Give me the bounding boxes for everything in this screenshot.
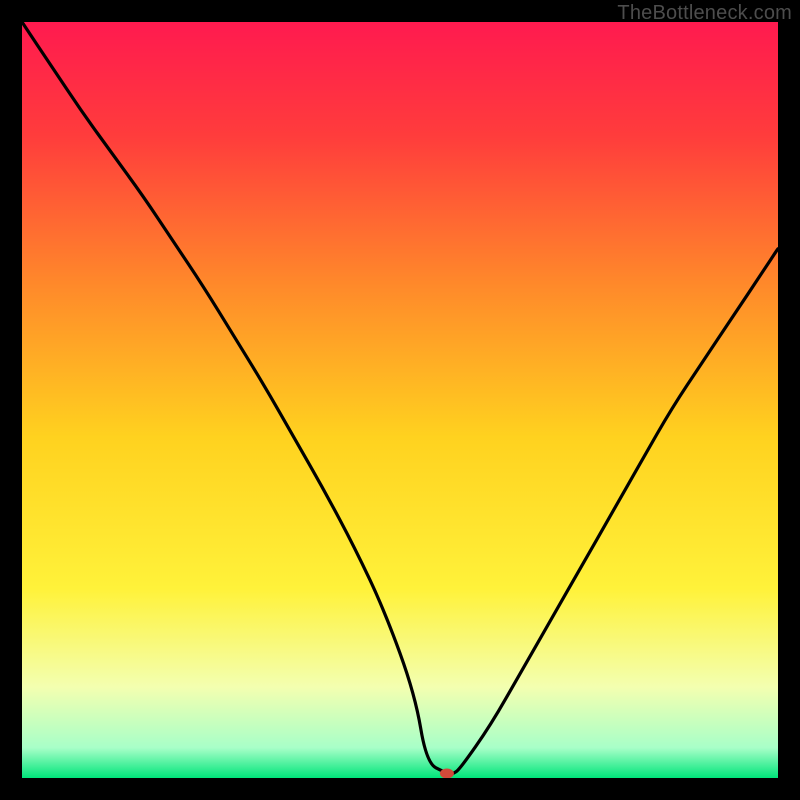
gradient-background (22, 22, 778, 778)
watermark-text: TheBottleneck.com (617, 2, 792, 25)
bottleneck-chart (22, 22, 778, 778)
